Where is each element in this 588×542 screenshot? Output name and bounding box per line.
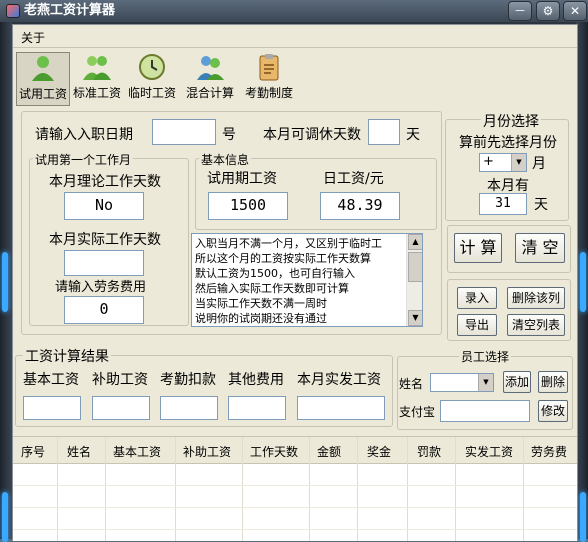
- scroll-thumb[interactable]: [408, 252, 422, 282]
- actual-days-label: 本月实际工作天数: [49, 232, 161, 248]
- column-basic-wage[interactable]: 基本工资: [113, 443, 161, 460]
- result-header-other: 其他费用: [228, 372, 284, 388]
- probation-wage-label: 试用期工资: [207, 171, 277, 187]
- menu-about[interactable]: 关于: [21, 29, 45, 46]
- employee-name-combobox[interactable]: ▼: [430, 373, 494, 392]
- close-button[interactable]: ✕: [563, 1, 587, 21]
- month-hint: 算前先选择月份: [459, 135, 557, 151]
- window-title: 老燕工资计算器: [24, 3, 116, 18]
- month-days-unit: 天: [534, 197, 548, 213]
- client-area: 关于 试用工资 标准工资 临时工资 混合计算 考勤制度 请输入入职日期 号 本月…: [12, 24, 578, 541]
- alipay-label: 支付宝: [399, 405, 436, 419]
- hire-date-input[interactable]: [152, 119, 216, 145]
- enter-button[interactable]: 录入: [457, 287, 497, 309]
- result-legend: 工资计算结果: [23, 346, 111, 366]
- result-header-net: 本月实发工资: [297, 372, 381, 388]
- group-icon: [83, 56, 111, 80]
- theory-days-label: 本月理论工作天数: [49, 174, 161, 190]
- first-month-legend: 试用第一个工作月: [33, 151, 134, 168]
- alipay-input[interactable]: [440, 400, 530, 422]
- employee-legend: 员工选择: [459, 348, 512, 365]
- result-header-deduct: 考勤扣款: [160, 372, 216, 388]
- minimize-button[interactable]: －: [508, 1, 532, 21]
- rest-days-input[interactable]: [368, 119, 400, 145]
- clear-button[interactable]: 清 空: [515, 233, 565, 263]
- dropdown-arrow-icon[interactable]: ▼: [511, 154, 526, 171]
- export-button[interactable]: 导出: [457, 314, 497, 336]
- column-work-days[interactable]: 工作天数: [250, 443, 298, 460]
- month-value: +: [483, 154, 494, 169]
- tool-label: 考勤制度: [244, 86, 293, 100]
- clipboard-icon: [259, 54, 279, 81]
- settings-button[interactable]: ⚙: [536, 1, 560, 21]
- result-basic-field: [23, 396, 81, 420]
- left-border: [0, 22, 12, 542]
- calculate-button[interactable]: 计 算: [454, 233, 502, 263]
- clear-list-button[interactable]: 清空列表: [507, 314, 565, 336]
- notes-scrollbar[interactable]: ▲ ▼: [406, 234, 422, 326]
- result-subsidy-field: [92, 396, 150, 420]
- employee-table[interactable]: 序号 姓名 基本工资 补助工资 工作天数 金额 奖金 罚款 实发工资 劳务费: [13, 436, 577, 541]
- tool-label: 临时工资: [127, 86, 176, 100]
- labor-fee-input[interactable]: 0: [64, 296, 144, 324]
- result-header-subsidy: 补助工资: [92, 372, 148, 388]
- add-employee-button[interactable]: 添加: [503, 371, 531, 393]
- theory-days-field: No: [64, 192, 144, 220]
- hire-date-label: 请输入入职日期: [35, 127, 133, 143]
- scroll-down-icon[interactable]: ▼: [408, 310, 422, 326]
- scroll-up-icon[interactable]: ▲: [408, 234, 422, 250]
- result-other-field: [228, 396, 286, 420]
- month-select-legend: 月份选择: [481, 111, 541, 131]
- tool-probation-wage[interactable]: 试用工资: [16, 52, 70, 106]
- tool-label: 试用工资: [18, 87, 67, 101]
- column-name[interactable]: 姓名: [67, 443, 91, 460]
- column-labor-fee[interactable]: 劳务费: [531, 443, 567, 460]
- result-net-field: [297, 396, 385, 420]
- app-icon: [6, 4, 20, 18]
- probation-wage-input[interactable]: 1500: [208, 192, 288, 220]
- delete-employee-button[interactable]: 删除: [538, 371, 568, 393]
- person-icon: [32, 56, 54, 81]
- notes-text: 入职当月不满一个月，又区别于临时工 所以这个月的工资按实际工作天数算 默认工资为…: [195, 237, 382, 325]
- rest-days-label: 本月可调休天数: [263, 127, 361, 143]
- notes-textarea[interactable]: 入职当月不满一个月，又区别于临时工 所以这个月的工资按实际工作天数算 默认工资为…: [191, 233, 423, 327]
- toolbar: 试用工资 标准工资 临时工资 混合计算 考勤制度: [13, 48, 577, 106]
- column-net-pay[interactable]: 实发工资: [465, 443, 513, 460]
- column-bonus[interactable]: 奖金: [367, 443, 391, 460]
- dropdown-arrow-icon[interactable]: ▼: [478, 374, 493, 391]
- modify-employee-button[interactable]: 修改: [538, 400, 568, 422]
- employee-name-label: 姓名: [399, 377, 424, 391]
- column-index[interactable]: 序号: [21, 443, 45, 460]
- tool-temp-wage[interactable]: 临时工资: [126, 52, 178, 104]
- title-bar: 老燕工资计算器 － ⚙ ✕: [0, 0, 588, 22]
- actual-days-input[interactable]: [64, 250, 144, 276]
- hire-date-unit: 号: [222, 127, 236, 143]
- result-deduct-field: [160, 396, 218, 420]
- daily-wage-label: 日工资/元: [323, 171, 384, 187]
- month-unit: 月: [532, 156, 546, 172]
- column-amount[interactable]: 金额: [317, 443, 341, 460]
- result-header-basic: 基本工资: [23, 372, 79, 388]
- month-days-field: 31: [479, 193, 527, 215]
- daily-wage-field: 48.39: [320, 192, 400, 220]
- tool-standard-wage[interactable]: 标准工资: [71, 52, 123, 104]
- menu-bar: 关于: [13, 25, 577, 48]
- basic-info-legend: 基本信息: [199, 151, 252, 168]
- delete-column-button[interactable]: 删除该列: [507, 287, 565, 309]
- month-has-label: 本月有: [487, 178, 529, 194]
- users-icon: [197, 56, 224, 80]
- rest-days-unit: 天: [406, 127, 420, 143]
- tool-attendance-rules[interactable]: 考勤制度: [241, 52, 297, 104]
- column-subsidy[interactable]: 补助工资: [183, 443, 231, 460]
- clock-icon: [139, 54, 165, 80]
- column-penalty[interactable]: 罚款: [417, 443, 441, 460]
- tool-label: 标准工资: [72, 86, 121, 100]
- labor-fee-label: 请输入劳务费用: [55, 280, 147, 295]
- month-combobox[interactable]: + ▼: [479, 153, 527, 172]
- tool-label: 混合计算: [185, 86, 234, 100]
- tool-mixed-calc[interactable]: 混合计算: [181, 52, 239, 104]
